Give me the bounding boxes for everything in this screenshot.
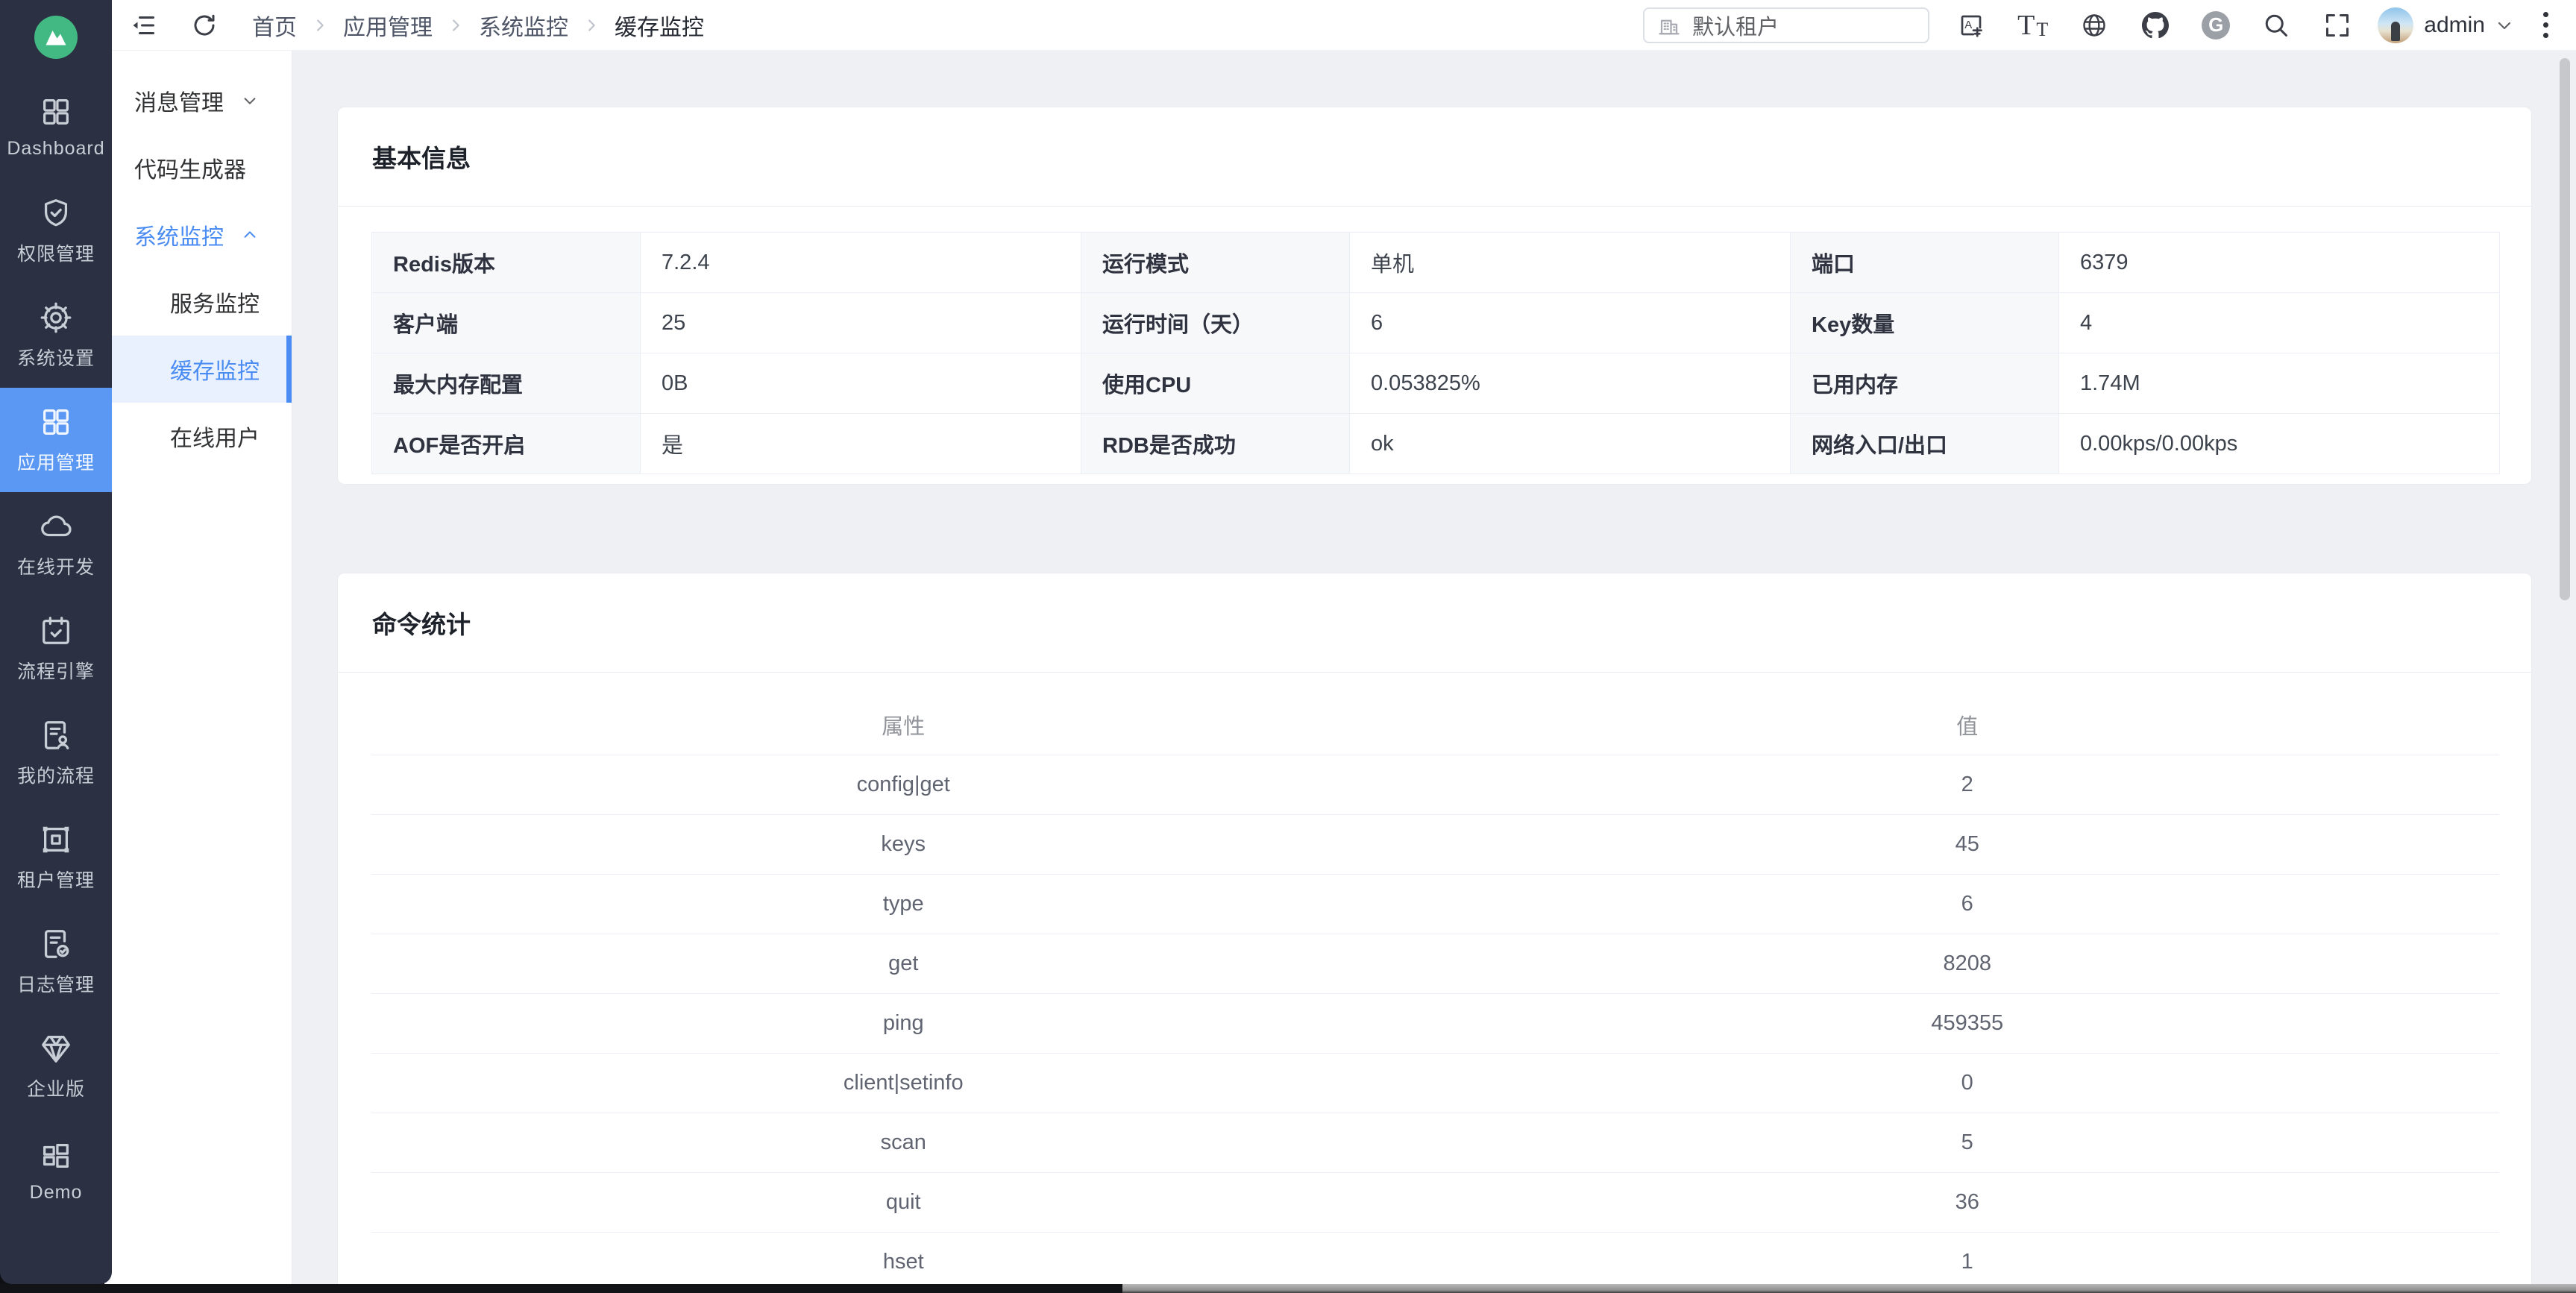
- cloud-icon: [39, 509, 73, 544]
- submenu-item-cache-monitor[interactable]: 缓存监控: [112, 336, 292, 403]
- chevron-up-icon: [242, 227, 258, 243]
- table-row: keys45: [371, 814, 2499, 874]
- table-row: hset1: [371, 1232, 2499, 1284]
- submenu-group-system-monitor[interactable]: 系统监控: [112, 201, 292, 268]
- table-row: scan5: [371, 1113, 2499, 1172]
- sidebar-item-system-settings[interactable]: 系统设置: [0, 283, 112, 388]
- gitee-icon[interactable]: G: [2202, 11, 2230, 40]
- shield-check-icon: [39, 196, 73, 230]
- breadcrumb-item-app-management[interactable]: 应用管理: [343, 9, 433, 42]
- basic-info-title: 基本信息: [338, 107, 2531, 207]
- tenant-select-value: 默认租户: [1692, 10, 1779, 41]
- breadcrumb-item-home[interactable]: 首页: [252, 9, 297, 42]
- translate-icon[interactable]: A: [1956, 10, 1986, 40]
- building-icon: [1658, 14, 1680, 37]
- document-check-icon: [39, 927, 73, 961]
- tenant-icon: [39, 822, 73, 857]
- sidebar-item-dashboard[interactable]: Dashboard: [0, 75, 112, 179]
- github-icon[interactable]: [2140, 10, 2170, 40]
- breadcrumb-item-cache-monitor[interactable]: 缓存监控: [615, 9, 704, 42]
- gear-icon: [39, 301, 73, 335]
- table-row: client|setinfo0: [371, 1053, 2499, 1113]
- search-icon[interactable]: [2261, 10, 2291, 40]
- svg-text:A: A: [1964, 18, 1972, 31]
- top-header: 首页 应用管理 系统监控 缓存监控 默认租: [112, 0, 2576, 51]
- command-stats-table: 属性 值 config|get2 keys45 type6 get8208 pi…: [371, 695, 2499, 1284]
- avatar: [2378, 7, 2413, 43]
- breadcrumb: 首页 应用管理 系统监控 缓存监控: [252, 9, 704, 42]
- app-logo[interactable]: [34, 16, 78, 59]
- submenu-group-message-management[interactable]: 消息管理: [112, 67, 292, 134]
- sidebar-item-my-workflow[interactable]: 我的流程: [0, 701, 112, 805]
- submenu-item-service-monitor[interactable]: 服务监控: [112, 268, 292, 336]
- table-row: 最大内存配置 0B 使用CPU 0.053825% 已用内存 1.74M: [372, 353, 2500, 414]
- table-row: config|get2: [371, 755, 2499, 814]
- chevron-down-icon: [2495, 16, 2513, 34]
- background-window-dark-segment: [0, 1284, 1122, 1293]
- sidebar-item-permissions[interactable]: 权限管理: [0, 179, 112, 283]
- sidebar-item-app-management[interactable]: 应用管理: [0, 388, 112, 492]
- background-window-gray-segment: [1122, 1284, 2576, 1293]
- sidebar-item-tenant-management[interactable]: 租户管理: [0, 805, 112, 910]
- header-icon-group: A TT G: [1956, 10, 2352, 40]
- command-stats-title: 命令统计: [338, 573, 2531, 673]
- basic-info-table: Redis版本 7.2.4 运行模式 单机 端口 6379 客户端 25 运行时…: [371, 232, 2500, 474]
- submenu-item-online-users[interactable]: 在线用户: [112, 403, 292, 470]
- windows-icon: [39, 1139, 73, 1173]
- table-row: quit36: [371, 1172, 2499, 1232]
- main-content: 基本信息 Redis版本 7.2.4 运行模式 单机 端口 6379 客户端 2…: [292, 51, 2576, 1284]
- grid-icon: [39, 95, 73, 129]
- sidebar-item-log-management[interactable]: 日志管理: [0, 910, 112, 1014]
- table-row: ping459355: [371, 993, 2499, 1053]
- vertical-scrollbar-thumb[interactable]: [2560, 58, 2570, 600]
- basic-info-card: 基本信息 Redis版本 7.2.4 运行模式 单机 端口 6379 客户端 2…: [337, 107, 2532, 485]
- chevron-right-icon: [312, 17, 328, 34]
- sidebar-item-workflow-engine[interactable]: 流程引擎: [0, 597, 112, 701]
- diamond-icon: [39, 1031, 73, 1066]
- refresh-icon[interactable]: [189, 10, 219, 40]
- submenu-item-code-generator[interactable]: 代码生成器: [112, 134, 292, 201]
- user-name: admin: [2424, 13, 2485, 38]
- table-row: 客户端 25 运行时间（天） 6 Key数量 4: [372, 293, 2500, 353]
- sidebar-item-online-dev[interactable]: 在线开发: [0, 492, 112, 597]
- sidebar-collapse-icon[interactable]: [128, 10, 158, 40]
- table-row: get8208: [371, 934, 2499, 993]
- calendar-check-icon: [39, 614, 73, 648]
- chevron-down-icon: [242, 92, 258, 109]
- background-window-strip: [0, 1284, 2576, 1293]
- breadcrumb-item-system-monitor[interactable]: 系统监控: [479, 9, 568, 42]
- user-menu[interactable]: admin: [2378, 7, 2513, 43]
- table-row: AOF是否开启 是 RDB是否成功 ok 网络入口/出口 0.00kps/0.0…: [372, 414, 2500, 474]
- chevron-right-icon: [447, 17, 464, 34]
- primary-sidebar: Dashboard 权限管理 系统设置 应用管理: [0, 0, 112, 1284]
- table-row: type6: [371, 874, 2499, 934]
- grid-icon: [39, 405, 73, 439]
- logo-wrap: [0, 0, 112, 75]
- command-stats-card: 命令统计 属性 值 config|get2 keys45 type6 get82…: [337, 573, 2532, 1284]
- chevron-right-icon: [583, 17, 600, 34]
- font-size-icon[interactable]: TT: [2017, 11, 2048, 40]
- table-row: Redis版本 7.2.4 运行模式 单机 端口 6379: [372, 233, 2500, 293]
- sidebar-item-demo[interactable]: Demo: [0, 1119, 112, 1223]
- app-window: 首页 应用管理 系统监控 缓存监控 默认租: [0, 0, 2576, 1293]
- fullscreen-icon[interactable]: [2322, 10, 2352, 40]
- more-menu-icon[interactable]: [2533, 9, 2558, 42]
- table-header-row: 属性 值: [371, 695, 2499, 755]
- tenant-select[interactable]: 默认租户: [1643, 7, 1929, 43]
- header-right-tools: 默认租户 A TT: [1643, 7, 2576, 43]
- globe-icon[interactable]: [2079, 10, 2109, 40]
- secondary-sidebar: 消息管理 代码生成器 系统监控 服务监控 缓存监控 在线用户: [104, 51, 292, 1284]
- sidebar-item-enterprise[interactable]: 企业版: [0, 1014, 112, 1119]
- document-user-icon: [39, 718, 73, 752]
